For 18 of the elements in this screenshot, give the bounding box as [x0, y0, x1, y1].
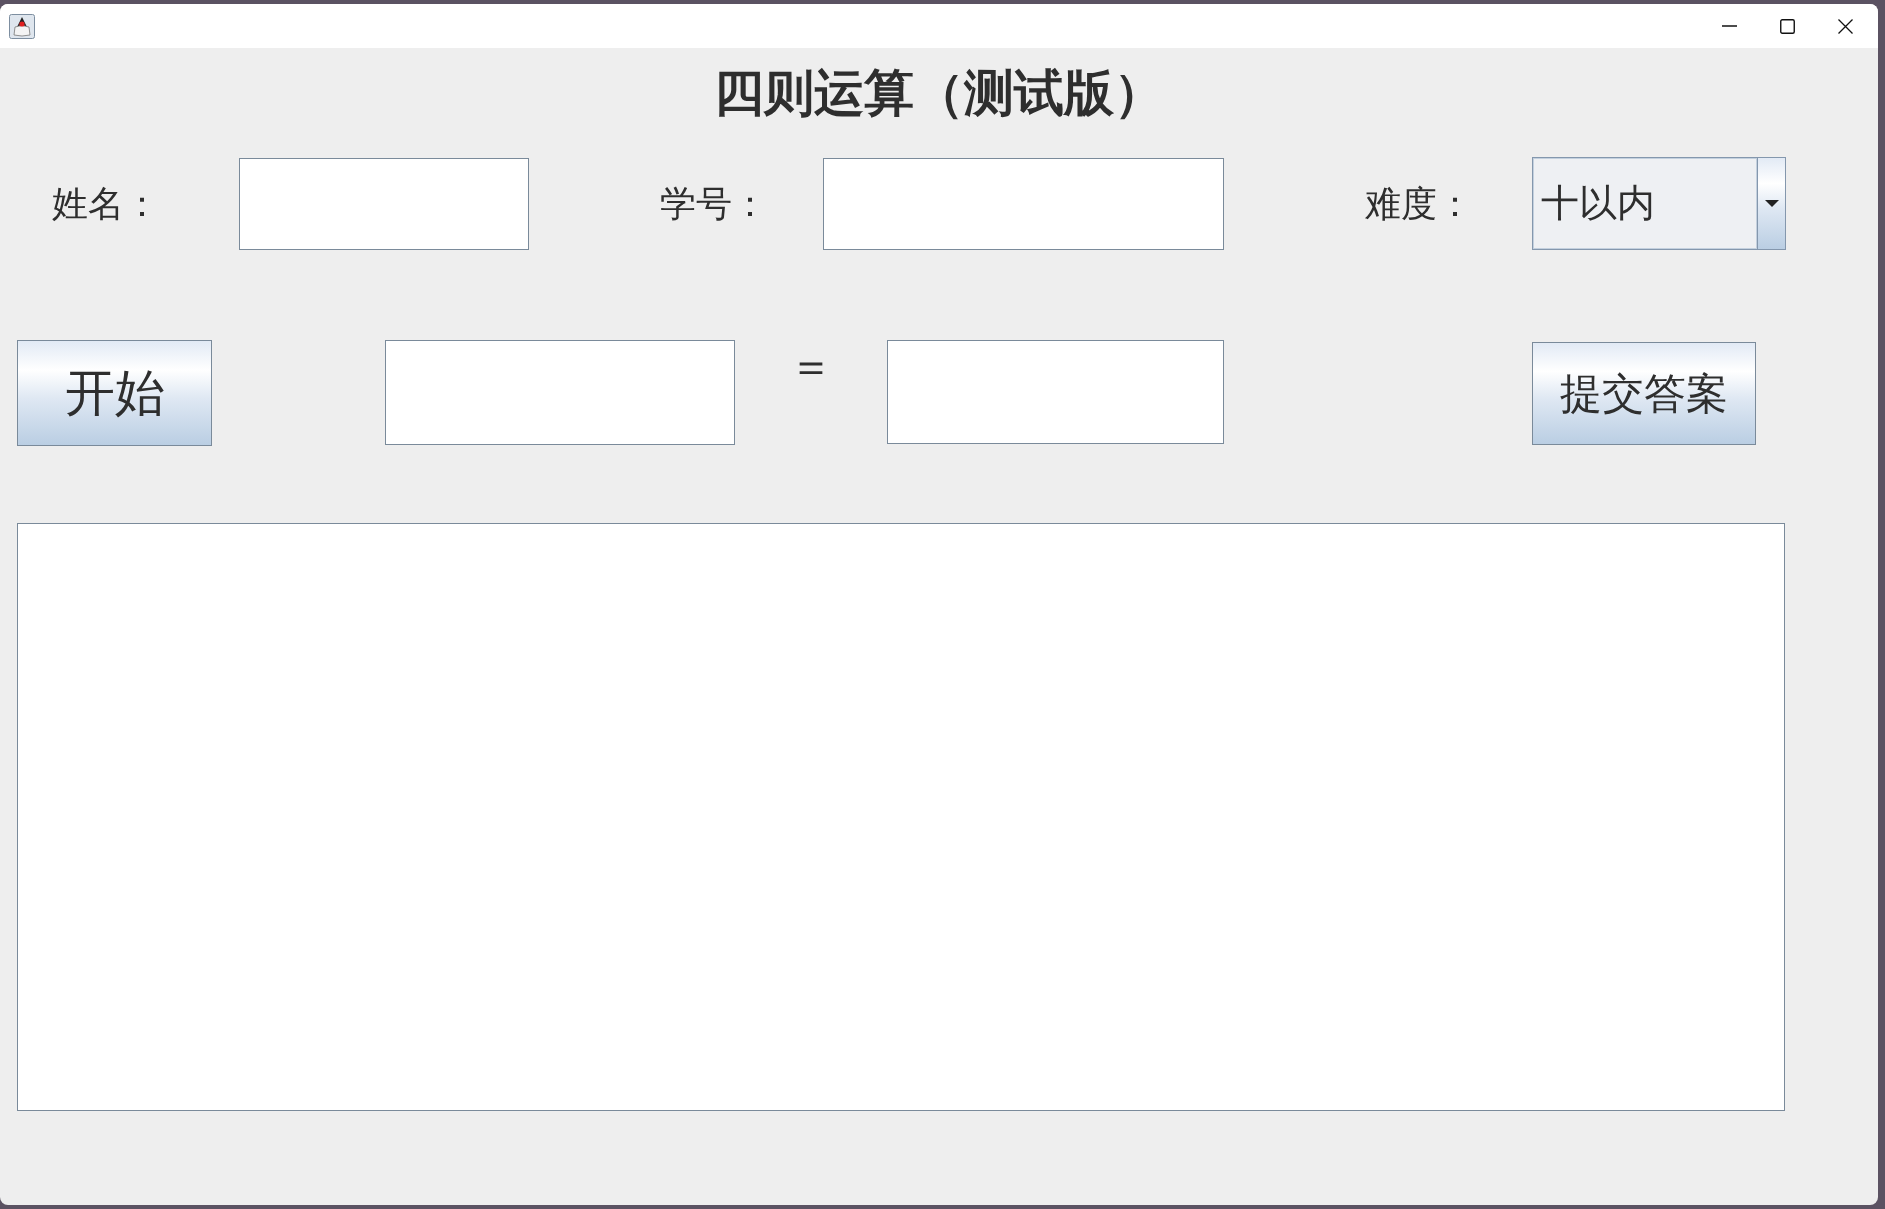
equals-sign: ＝ [789, 342, 833, 392]
dropdown-arrow-button[interactable] [1757, 158, 1785, 249]
mascot-icon [9, 13, 35, 39]
field-label: 姓名： [52, 182, 161, 226]
start-button[interactable]: 开始 [17, 340, 212, 446]
maximize-icon [1779, 18, 1795, 34]
text-input-field[interactable] [823, 157, 1224, 250]
expression-field[interactable] [385, 340, 735, 445]
caret-down-icon [1764, 200, 1779, 207]
minimize-icon [1721, 25, 1737, 27]
difficulty-dropdown[interactable]: 十以内 [1532, 157, 1786, 250]
close-icon [1837, 18, 1853, 34]
text-input-field[interactable] [239, 157, 529, 250]
submit-answer-button[interactable]: 提交答案 [1532, 342, 1756, 445]
field-label: 学号： [660, 182, 769, 226]
answer-field[interactable] [887, 340, 1224, 444]
field-label: 难度： [1365, 182, 1474, 226]
page-heading: 四则运算（测试版） [714, 64, 1164, 123]
